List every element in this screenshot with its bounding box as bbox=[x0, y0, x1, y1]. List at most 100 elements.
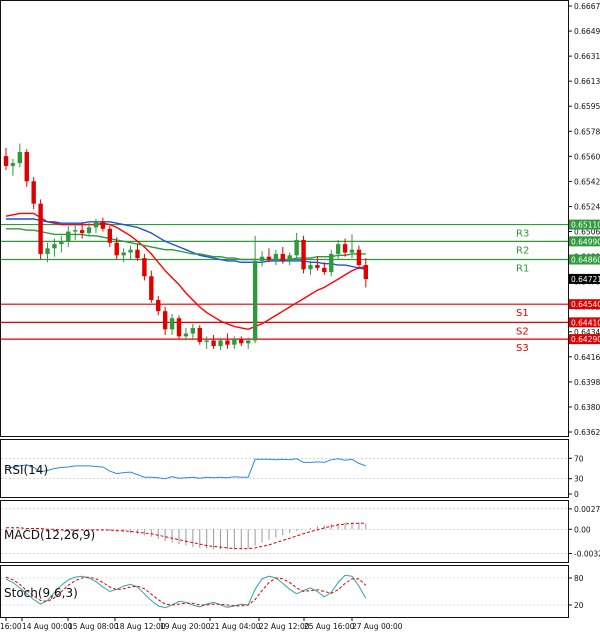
candle-body bbox=[52, 244, 57, 249]
stochastic-title: Stoch(9,6,3) bbox=[4, 586, 78, 600]
candle-body bbox=[218, 340, 223, 347]
time-tick-label: 27 Aug 00:00 bbox=[352, 622, 403, 631]
candle-body bbox=[107, 228, 112, 243]
candle-body bbox=[149, 276, 154, 301]
price-tick-label: 0.66675 bbox=[574, 2, 600, 11]
stochastic-panel-frame bbox=[0, 565, 569, 618]
price-tick-label: 0.66315 bbox=[574, 52, 600, 61]
candle-body bbox=[225, 340, 230, 345]
candle-body bbox=[342, 244, 348, 253]
candle-body bbox=[280, 253, 285, 261]
candle-body bbox=[301, 239, 306, 270]
level-price-label: 0.64410 bbox=[571, 318, 600, 327]
candle-body bbox=[79, 230, 85, 233]
candle-body bbox=[294, 239, 299, 256]
level-label: S3 bbox=[516, 343, 529, 354]
candle-body bbox=[308, 265, 313, 270]
level-price-label: 0.65110 bbox=[571, 221, 600, 230]
time-tick-label: 22 Aug 12:00 bbox=[259, 622, 310, 631]
candle-body bbox=[204, 340, 209, 342]
candle-body bbox=[10, 163, 16, 166]
time-tick-label: 16:00 bbox=[0, 622, 22, 631]
level-price-label: 0.64290 bbox=[571, 335, 600, 344]
macd-tick-label: 0.002748 bbox=[574, 505, 600, 514]
candle-body bbox=[273, 253, 279, 260]
candle-body bbox=[259, 256, 265, 261]
price-tick-label: 0.63800 bbox=[574, 403, 600, 412]
time-tick-label: 15 Aug 08:00 bbox=[68, 622, 119, 631]
level-label: S1 bbox=[516, 308, 529, 319]
candle-body bbox=[3, 156, 9, 166]
candle-body bbox=[335, 244, 341, 254]
price-tick-label: 0.65955 bbox=[574, 102, 600, 111]
candle-body bbox=[100, 221, 106, 229]
price-tick-label: 0.66495 bbox=[574, 27, 600, 36]
stoch-tick-label: 20 bbox=[574, 601, 584, 610]
panel-frames bbox=[0, 0, 569, 618]
candle-body bbox=[31, 181, 36, 204]
current-price-marker: 0.64721 bbox=[569, 273, 600, 284]
level-label: R3 bbox=[516, 229, 529, 240]
candle-body bbox=[246, 340, 251, 344]
price-tick-label: 0.64160 bbox=[574, 353, 600, 362]
price-panel-frame bbox=[0, 0, 569, 437]
candle-body bbox=[197, 327, 202, 342]
candle-body bbox=[232, 339, 237, 345]
time-tick-label: 25 Aug 16:00 bbox=[304, 622, 355, 631]
level-label: S2 bbox=[516, 326, 529, 337]
candle-body bbox=[128, 249, 133, 253]
candle-body bbox=[363, 265, 369, 280]
candle-body bbox=[66, 231, 71, 242]
price-tick-label: 0.65600 bbox=[574, 152, 600, 161]
price-tick-label: 0.63980 bbox=[574, 378, 600, 387]
candle-body bbox=[156, 300, 161, 312]
candle-body bbox=[93, 221, 99, 228]
candle-body bbox=[322, 267, 327, 273]
price-tick-label: 0.65240 bbox=[574, 202, 600, 211]
level-price-label: 0.64860 bbox=[571, 256, 600, 265]
time-tick-label: 19 Aug 20:00 bbox=[160, 622, 211, 631]
macd-tick-label: 0.00 bbox=[574, 525, 591, 534]
candle-body bbox=[183, 333, 189, 337]
rsi-panel-frame bbox=[0, 439, 569, 498]
candle-body bbox=[266, 256, 272, 260]
stoch-tick-label: 80 bbox=[574, 574, 584, 583]
rsi-title: RSI(14) bbox=[4, 463, 48, 477]
candle-body bbox=[59, 241, 64, 245]
candle-body bbox=[349, 249, 355, 253]
candle-body bbox=[239, 339, 244, 344]
time-tick-label: 14 Aug 00:00 bbox=[22, 622, 73, 631]
candle-body bbox=[24, 151, 29, 182]
candle-body bbox=[169, 318, 175, 330]
candle-body bbox=[356, 249, 362, 266]
candle-body bbox=[211, 340, 216, 347]
candle-body bbox=[38, 203, 43, 254]
candle-body bbox=[190, 327, 196, 334]
level-label: R1 bbox=[516, 264, 529, 275]
price-y-axis: 0.66675 0.66495 0.66315 0.66135 0.65955 0.657… bbox=[568, 2, 600, 437]
time-axis: 16:00 14 Aug 00:0015 Aug 08:0018 Aug 12:0… bbox=[0, 617, 403, 631]
candle-body bbox=[114, 242, 119, 256]
candle-body bbox=[135, 249, 140, 259]
time-tick-label: 21 Aug 04:00 bbox=[210, 622, 261, 631]
candle-body bbox=[121, 252, 126, 256]
forex-chart: 0.66675 0.66495 0.66315 0.66135 0.65955 0.657… bbox=[0, 0, 600, 631]
candle-body bbox=[17, 151, 23, 164]
macd-title: MACD(12,26,9) bbox=[4, 528, 95, 542]
candle-body bbox=[315, 265, 320, 268]
candle-body bbox=[142, 258, 147, 277]
price-tick-label: 0.65780 bbox=[574, 127, 600, 136]
price-tick-label: 0.66135 bbox=[574, 77, 600, 86]
candle-body bbox=[45, 248, 50, 254]
current-price-label: 0.64721 bbox=[571, 275, 600, 284]
level-price-label: 0.64990 bbox=[571, 237, 600, 246]
macd-tick-label: -0.003263 bbox=[574, 550, 600, 559]
level-label: R2 bbox=[516, 245, 529, 256]
rsi-tick-label: 70 bbox=[574, 454, 584, 463]
price-tick-label: 0.65420 bbox=[574, 177, 600, 186]
candle-body bbox=[252, 260, 258, 341]
candle-body bbox=[73, 230, 78, 232]
candle-body bbox=[162, 311, 168, 330]
price-tick-label: 0.63625 bbox=[574, 428, 600, 437]
time-tick-label: 18 Aug 12:00 bbox=[115, 622, 166, 631]
